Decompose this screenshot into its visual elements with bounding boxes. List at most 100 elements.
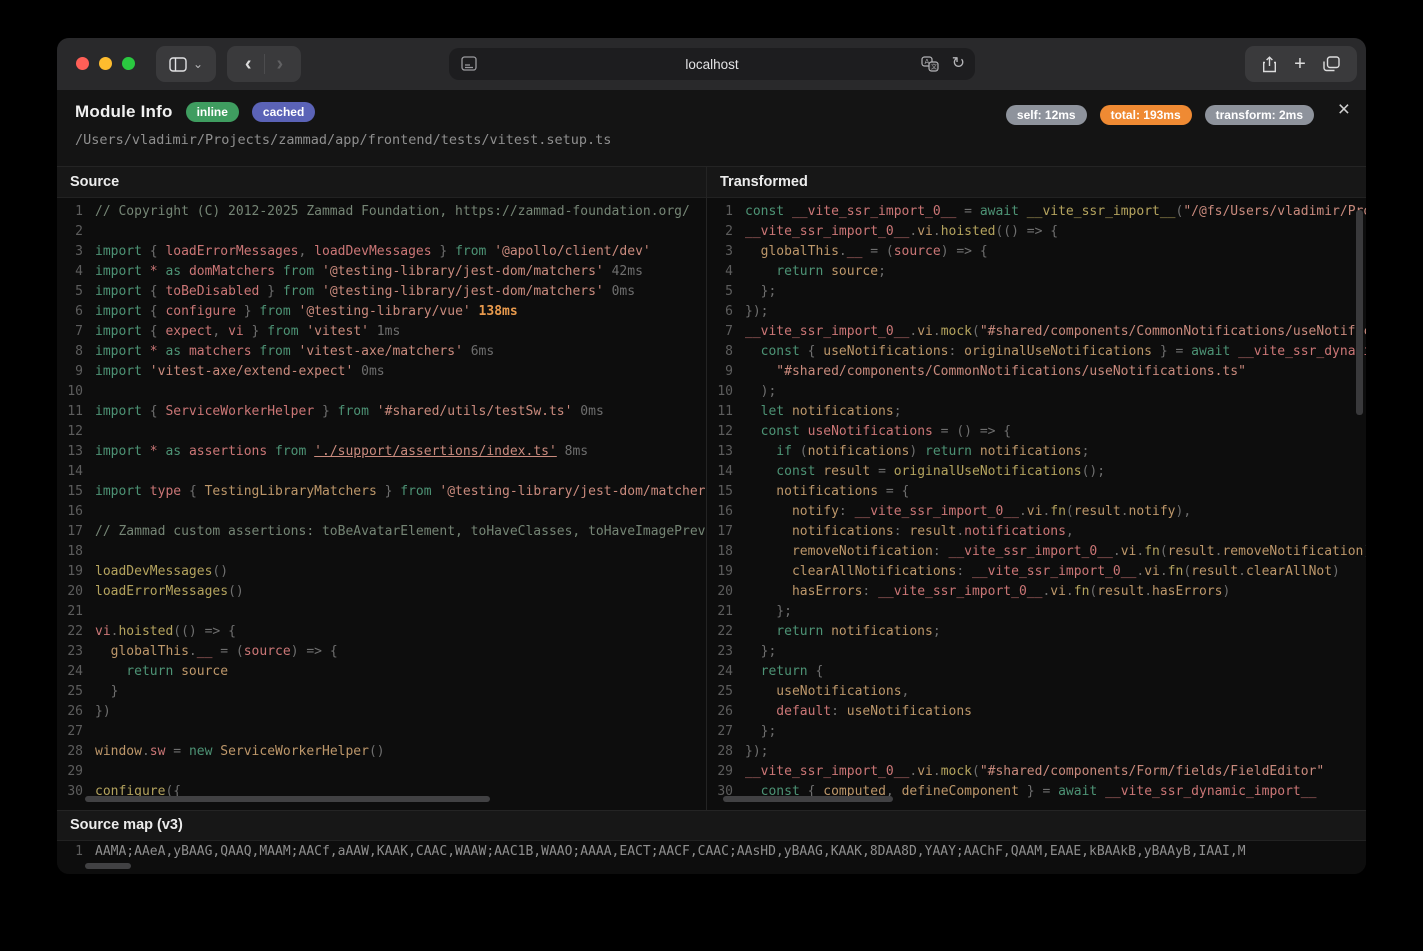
source-horizontal-scrollbar[interactable] — [85, 796, 490, 802]
transformed-code[interactable]: 1const __vite_ssr_import_0__ = await __v… — [707, 198, 1366, 810]
code-line: 7import { expect, vi } from 'vitest' 1ms — [57, 322, 706, 342]
code-line: 10 — [57, 382, 706, 402]
code-line: 6import { configure } from '@testing-lib… — [57, 302, 706, 322]
svg-text:文: 文 — [931, 63, 937, 71]
close-icon[interactable]: × — [1338, 99, 1350, 120]
code-line: 26 default: useNotifications — [707, 702, 1366, 722]
transform-time-badge: transform: 2ms — [1205, 105, 1314, 125]
code-line: 24 return { — [707, 662, 1366, 682]
code-line: 29 — [57, 762, 706, 782]
sourcemap-title: Source map (v3) — [57, 811, 1366, 841]
code-line: 8import * as matchers from 'vitest-axe/m… — [57, 342, 706, 362]
share-button[interactable] — [1262, 56, 1277, 73]
code-line: 16 notify: __vite_ssr_import_0__.vi.fn(r… — [707, 502, 1366, 522]
reload-icon[interactable]: ↻ — [952, 53, 965, 73]
code-line: 14 — [57, 462, 706, 482]
source-panel: Source 1// Copyright (C) 2012-2025 Zamma… — [57, 167, 707, 810]
code-line: 8 const { useNotifications: originalUseN… — [707, 342, 1366, 362]
code-line: 22vi.hoisted(() => { — [57, 622, 706, 642]
code-line: 19loadDevMessages() — [57, 562, 706, 582]
self-time-badge: self: 12ms — [1006, 105, 1087, 125]
code-line: 27 }; — [707, 722, 1366, 742]
code-line: 1const __vite_ssr_import_0__ = await __v… — [707, 202, 1366, 222]
code-line: 12 const useNotifications = () => { — [707, 422, 1366, 442]
cached-badge: cached — [252, 102, 315, 122]
sourcemap-section: Source map (v3) 1 AAMA;AAeA,yBAAG,QAAQ,M… — [57, 810, 1366, 874]
code-line: 25 useNotifications, — [707, 682, 1366, 702]
inline-badge: inline — [186, 102, 239, 122]
transformed-vertical-scrollbar[interactable] — [1356, 210, 1363, 415]
code-line: 21 — [57, 602, 706, 622]
code-line: 11 let notifications; — [707, 402, 1366, 422]
code-line: 24 return source — [57, 662, 706, 682]
code-line: 2 — [57, 222, 706, 242]
code-line: 5 }; — [707, 282, 1366, 302]
code-line: 29__vite_ssr_import_0__.vi.mock("#shared… — [707, 762, 1366, 782]
code-line: 18 — [57, 542, 706, 562]
tab-overview-button[interactable] — [1323, 56, 1340, 72]
sourcemap-horizontal-scrollbar[interactable] — [85, 863, 131, 869]
transformed-panel-title: Transformed — [707, 167, 1366, 198]
code-line: 9 "#shared/components/CommonNotification… — [707, 362, 1366, 382]
code-line: 10 ); — [707, 382, 1366, 402]
url-text: localhost — [449, 57, 975, 72]
code-line: 28}); — [707, 742, 1366, 762]
toolbar-right-buttons: + — [1245, 46, 1357, 82]
code-line: 13import * as assertions from './support… — [57, 442, 706, 462]
code-line: 12 — [57, 422, 706, 442]
code-panels: Source 1// Copyright (C) 2012-2025 Zamma… — [57, 166, 1366, 810]
code-line: 17// Zammad custom assertions: toBeAvata… — [57, 522, 706, 542]
chevron-down-icon: ⌄ — [193, 57, 203, 71]
code-line: 1// Copyright (C) 2012-2025 Zammad Found… — [57, 202, 706, 222]
code-line: 7__vite_ssr_import_0__.vi.mock("#shared/… — [707, 322, 1366, 342]
code-line: 20 hasErrors: __vite_ssr_import_0__.vi.f… — [707, 582, 1366, 602]
code-line: 4import * as domMatchers from '@testing-… — [57, 262, 706, 282]
code-line: 18 removeNotification: __vite_ssr_import… — [707, 542, 1366, 562]
transformed-horizontal-scrollbar[interactable] — [723, 796, 893, 802]
code-line: 11import { ServiceWorkerHelper } from '#… — [57, 402, 706, 422]
code-line: 23 globalThis.__ = (source) => { — [57, 642, 706, 662]
browser-titlebar: ⌄ ‹ › localhost A 文 — [57, 38, 1366, 90]
new-tab-button[interactable]: + — [1294, 54, 1306, 74]
source-code[interactable]: 1// Copyright (C) 2012-2025 Zammad Found… — [57, 198, 706, 810]
traffic-light-minimize-button[interactable] — [99, 57, 112, 70]
source-panel-title: Source — [57, 167, 706, 198]
code-line: 13 if (notifications) return notificatio… — [707, 442, 1366, 462]
sourcemap-line: 1 AAMA;AAeA,yBAAG,QAAQ,MAAM;AACf,aAAW,KA… — [57, 841, 1366, 863]
total-time-badge: total: 193ms — [1100, 105, 1192, 125]
code-line: 3import { loadErrorMessages, loadDevMess… — [57, 242, 706, 262]
code-line: 15import type { TestingLibraryMatchers }… — [57, 482, 706, 502]
traffic-light-zoom-button[interactable] — [122, 57, 135, 70]
code-line: 25 } — [57, 682, 706, 702]
code-line: 21 }; — [707, 602, 1366, 622]
timing-metrics: self: 12ms total: 193ms transform: 2ms — [1006, 105, 1314, 125]
code-line: 19 clearAllNotifications: __vite_ssr_imp… — [707, 562, 1366, 582]
code-line: 26}) — [57, 702, 706, 722]
sourcemap-line-number: 1 — [57, 841, 83, 863]
address-bar[interactable]: localhost A 文 ↻ — [449, 48, 975, 80]
nav-buttons: ‹ › — [227, 46, 301, 82]
traffic-light-close-button[interactable] — [76, 57, 89, 70]
code-line: 15 notifications = { — [707, 482, 1366, 502]
code-line: 16 — [57, 502, 706, 522]
back-button[interactable]: ‹ — [233, 46, 264, 82]
browser-window: ⌄ ‹ › localhost A 文 — [57, 38, 1366, 874]
code-line: 17 notifications: result.notifications, — [707, 522, 1366, 542]
transformed-panel: Transformed 1const __vite_ssr_import_0__… — [707, 167, 1366, 810]
forward-button[interactable]: › — [265, 46, 296, 82]
code-line: 3 globalThis.__ = (source) => { — [707, 242, 1366, 262]
code-line: 5import { toBeDisabled } from '@testing-… — [57, 282, 706, 302]
code-line: 20loadErrorMessages() — [57, 582, 706, 602]
code-line: 28window.sw = new ServiceWorkerHelper() — [57, 742, 706, 762]
module-file-path: /Users/vladimir/Projects/zammad/app/fron… — [75, 132, 611, 148]
code-line: 4 return source; — [707, 262, 1366, 282]
code-line: 27 — [57, 722, 706, 742]
code-line: 6}); — [707, 302, 1366, 322]
code-line: 23 }; — [707, 642, 1366, 662]
code-line: 22 return notifications; — [707, 622, 1366, 642]
sidebar-toggle-button[interactable]: ⌄ — [156, 46, 216, 82]
code-line: 14 const result = originalUseNotificatio… — [707, 462, 1366, 482]
code-line: 9import 'vitest-axe/extend-expect' 0ms — [57, 362, 706, 382]
translate-icon[interactable]: A 文 — [921, 56, 939, 72]
module-info-header: Module Info inline cached self: 12ms tot… — [57, 90, 1366, 166]
